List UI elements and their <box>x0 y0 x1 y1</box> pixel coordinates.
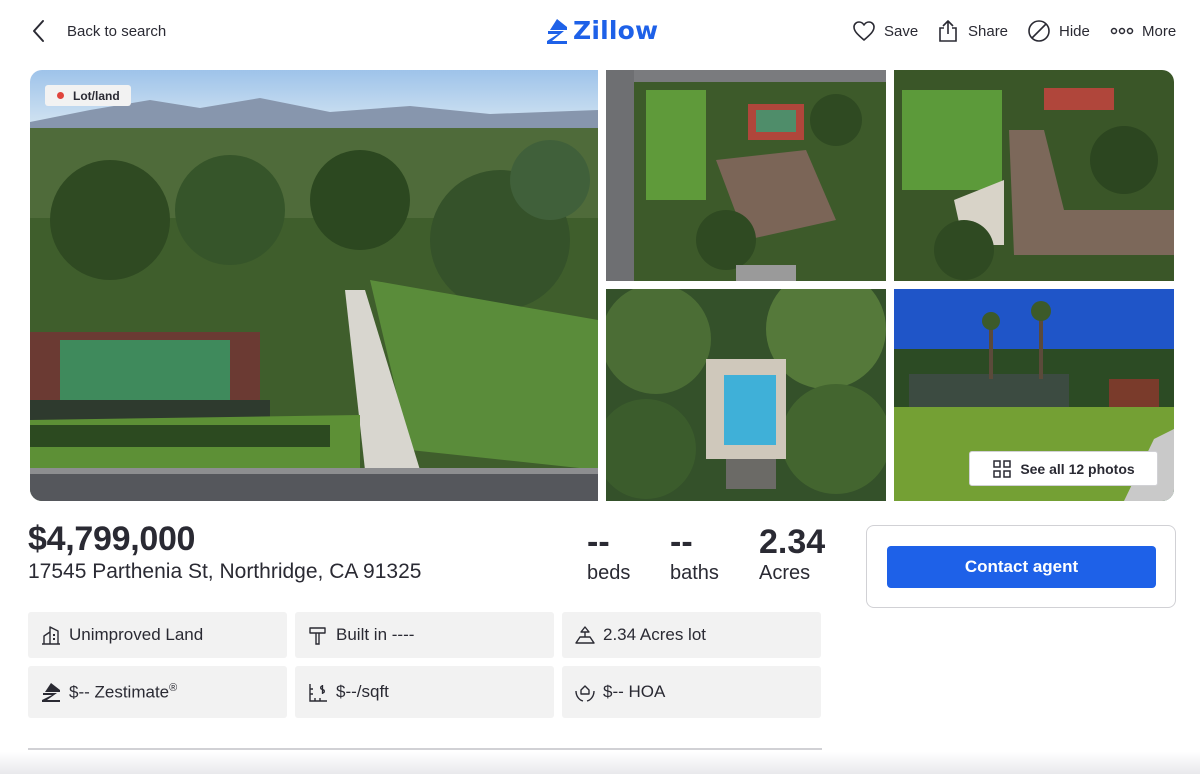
chevron-left-icon <box>33 20 44 42</box>
share-button[interactable]: Share <box>936 19 1008 43</box>
fact-zestimate: $-- Zestimate® <box>28 666 287 718</box>
save-button[interactable]: Save <box>852 19 918 43</box>
save-label: Save <box>884 22 919 40</box>
photo-2[interactable] <box>606 70 886 281</box>
fact-year-built-text: Built in ---- <box>336 625 415 644</box>
listing-address: 17545 Parthenia St, Northridge, CA 91325 <box>28 560 422 583</box>
zillow-z-icon <box>42 683 60 702</box>
fact-home-type: Unimproved Land <box>28 612 287 658</box>
lot-size-icon <box>575 626 595 644</box>
share-label: Share <box>968 22 1009 40</box>
hammer-icon <box>309 627 326 645</box>
section-divider <box>28 748 822 750</box>
pool-aerial-photo <box>606 289 886 501</box>
fact-lot-size-text: 2.34 Acres lot <box>603 625 707 644</box>
aerial-house-photo <box>894 70 1174 281</box>
main-photo[interactable]: Lot/land <box>30 70 598 501</box>
listing-price: $4,799,000 <box>28 520 196 558</box>
share-icon <box>939 20 957 42</box>
heart-icon <box>853 21 875 41</box>
top-nav: Back to search Zillow Save Share Hide Mo… <box>0 0 1200 64</box>
hide-icon <box>1028 20 1050 42</box>
fact-zestimate-text: $-- Zestimate® <box>69 682 177 703</box>
listing-type-label: Lot/land <box>73 88 120 103</box>
hands-home-icon <box>575 685 595 702</box>
ruler-dollar-icon <box>309 684 327 702</box>
acres-value: 2.34 <box>759 523 826 561</box>
registered-mark: ® <box>169 681 178 694</box>
zillow-logo-icon <box>547 18 567 44</box>
fact-home-type-text: Unimproved Land <box>69 625 204 644</box>
more-label: More <box>1142 22 1177 40</box>
photo-4[interactable] <box>606 289 886 501</box>
acres-stat: 2.34 Acres <box>759 522 825 584</box>
baths-label: baths <box>670 562 719 584</box>
contact-card: Contact agent <box>866 525 1176 608</box>
more-button[interactable]: More <box>1110 19 1176 43</box>
grid-icon <box>993 459 1012 478</box>
photo-3[interactable] <box>894 70 1174 281</box>
fact-price-per-sqft: $--/sqft <box>295 666 554 718</box>
beds-label: beds <box>587 562 631 584</box>
hide-label: Hide <box>1059 22 1090 40</box>
back-to-search-link[interactable]: Back to search <box>28 18 166 44</box>
contact-agent-button[interactable]: Contact agent <box>887 546 1156 588</box>
see-all-photos-button[interactable]: See all 12 photos <box>969 451 1158 486</box>
fact-price-per-sqft-text: $--/sqft <box>336 682 389 701</box>
baths-stat: -- baths <box>670 522 719 584</box>
fact-hoa-text: $-- HOA <box>603 682 666 701</box>
photo-gallery: Lot/land <box>30 70 1174 501</box>
zestimate-value: $-- Zestimate <box>69 682 170 702</box>
aerial-topdown-photo <box>606 70 886 281</box>
fact-year-built: Built in ---- <box>295 612 554 658</box>
listing-type-badge: Lot/land <box>45 85 131 106</box>
back-to-search-label: Back to search <box>67 22 167 40</box>
fact-lot-size: 2.34 Acres lot <box>562 612 821 658</box>
logo-text: Zillow <box>573 16 659 45</box>
acres-label: Acres <box>759 562 811 584</box>
fact-hoa: $-- HOA <box>562 666 821 718</box>
beds-value: -- <box>587 523 610 561</box>
aerial-estate-photo <box>30 70 598 501</box>
more-icon <box>1110 27 1134 35</box>
baths-value: -- <box>670 523 693 561</box>
status-dot-icon <box>57 92 64 99</box>
hide-button[interactable]: Hide <box>1027 19 1090 43</box>
beds-stat: -- beds <box>587 522 630 584</box>
building-icon <box>42 626 60 645</box>
see-all-photos-label: See all 12 photos <box>1020 460 1135 477</box>
bottom-edge <box>0 752 1200 774</box>
zillow-logo[interactable]: Zillow <box>545 16 658 45</box>
